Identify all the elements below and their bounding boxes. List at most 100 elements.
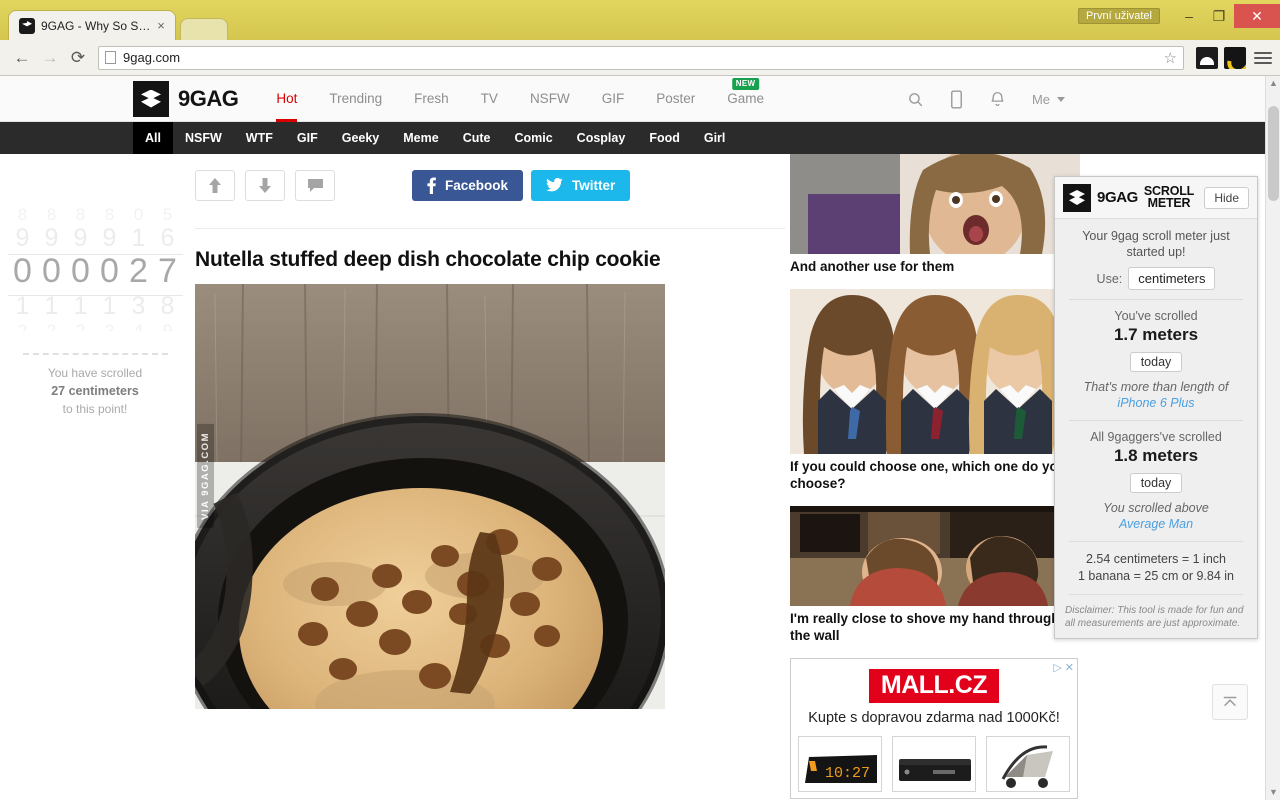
nav-item-tv[interactable]: TV — [465, 76, 514, 122]
nav-item-gif[interactable]: GIF — [586, 76, 641, 122]
scroll-meter-panel: 9GAG SCROLL METER Hide Your 9gag scroll … — [1054, 176, 1258, 639]
sidebar-caption-2[interactable]: If you could choose one, which one do yo… — [790, 458, 1080, 492]
odometer-digit: 9 — [73, 224, 88, 252]
nav-item-hot[interactable]: Hot — [260, 76, 313, 122]
forward-button-icon[interactable]: → — [36, 44, 64, 72]
scrollbar-down-arrow-icon[interactable]: ▼ — [1266, 785, 1280, 800]
category-item-geeky[interactable]: Geeky — [330, 122, 392, 154]
mobile-app-icon[interactable] — [950, 89, 963, 109]
page-scrollbar[interactable]: ▲ ▼ — [1265, 76, 1280, 800]
ad-logo[interactable]: MALL.CZ — [868, 669, 1000, 703]
chevron-down-icon — [1057, 96, 1065, 102]
nav-item-trending[interactable]: Trending — [313, 76, 398, 122]
extension-icon-dark[interactable] — [1196, 46, 1218, 69]
odometer-digit: 9 — [162, 321, 173, 331]
sidebar-caption-1[interactable]: And another use for them — [790, 258, 1080, 275]
nav-item-nsfw[interactable]: NSFW — [514, 76, 586, 122]
ad-product-2[interactable] — [892, 736, 976, 792]
sidebar-caption-3[interactable]: I'm really close to shove my hand throug… — [790, 610, 1080, 644]
scroll-meter-header: 9GAG SCROLL METER Hide — [1055, 177, 1257, 219]
notifications-bell-icon[interactable] — [989, 90, 1006, 108]
ad-product-3[interactable] — [986, 736, 1070, 792]
window-maximize-button[interactable]: ❐ — [1204, 4, 1234, 28]
sidebar-thumb-2[interactable] — [790, 289, 1080, 454]
scroll-meter-compare-link[interactable]: iPhone 6 Plus — [1117, 396, 1194, 410]
scroll-to-top-button[interactable] — [1212, 684, 1248, 720]
user-menu[interactable]: Me — [1032, 92, 1065, 107]
share-twitter-button[interactable]: Twitter — [531, 169, 631, 201]
upvote-button[interactable] — [195, 169, 235, 201]
scroll-meter-you-value: 1.7 meters — [1113, 325, 1199, 344]
scroll-meter-conversion-line2: 1 banana = 25 cm or 9.84 in — [1077, 569, 1234, 583]
category-item-cosplay[interactable]: Cosplay — [565, 122, 638, 154]
odometer-line-top — [7, 254, 183, 255]
bookmark-star-icon[interactable]: ☆ — [1164, 49, 1177, 67]
reload-button-icon[interactable]: ⟳ — [64, 44, 92, 72]
odometer-digit: 1 — [102, 292, 117, 320]
scroll-meter-unit-select[interactable]: centimeters — [1128, 267, 1216, 290]
nav-item-poster[interactable]: Poster — [640, 76, 711, 122]
tab-close-icon[interactable]: × — [153, 18, 169, 34]
ad-info-icon[interactable]: ▷ — [1053, 661, 1061, 674]
browser-menu-icon[interactable] — [1254, 51, 1272, 64]
category-item-all[interactable]: All — [133, 122, 173, 154]
odometer-digit: 8 — [104, 206, 115, 224]
site-logo-text[interactable]: 9GAG — [178, 86, 239, 112]
scroll-meter-hide-button[interactable]: Hide — [1204, 186, 1249, 209]
share-facebook-label: Facebook — [445, 177, 509, 193]
comment-button[interactable] — [295, 169, 335, 201]
category-item-meme[interactable]: Meme — [391, 122, 450, 154]
scroll-meter-above-link[interactable]: Average Man — [1119, 517, 1193, 531]
ad-close-icon[interactable]: ✕ — [1065, 661, 1074, 674]
scrollbar-thumb[interactable] — [1268, 106, 1279, 201]
window-minimize-button[interactable]: – — [1174, 4, 1204, 28]
category-item-nsfw[interactable]: NSFW — [173, 122, 234, 154]
extension-icon-banana-scroll-meter[interactable] — [1224, 46, 1246, 69]
category-item-comic[interactable]: Comic — [502, 122, 564, 154]
odometer-digit: 1 — [15, 292, 30, 320]
odometer-digit: 0 — [13, 252, 32, 290]
ad-logo-wrap: MALL.CZ — [791, 659, 1077, 703]
nav-item-fresh[interactable]: Fresh — [398, 76, 465, 122]
odometer-digit: 8 — [17, 206, 28, 224]
scroll-meter-compare-prefix: That's more than length of — [1083, 380, 1229, 394]
odometer-row-4: 2 2 2 2 4 9 — [8, 322, 183, 331]
new-tab-button[interactable] — [180, 18, 228, 40]
post-image[interactable]: VIA 9GAG.COM — [195, 284, 665, 709]
category-item-food[interactable]: Food — [637, 122, 692, 154]
post-image-graphic — [195, 284, 665, 709]
scroll-meter-intro: Your 9gag scroll meter just started up! — [1082, 229, 1230, 259]
browser-chrome: 9GAG - Why So Serious? × První uživatel … — [0, 0, 1280, 76]
sidebar-post-2[interactable]: If you could choose one, which one do yo… — [790, 289, 1080, 492]
scroll-meter-body: Your 9gag scroll meter just started up! … — [1055, 219, 1257, 638]
ad-product-1[interactable]: 10:27 — [798, 736, 882, 792]
user-menu-label: Me — [1031, 91, 1050, 107]
window-close-button[interactable]: ✕ — [1234, 4, 1280, 28]
sidebar-thumb-3[interactable] — [790, 506, 1080, 606]
scroll-meter-all-period[interactable]: today — [1129, 473, 1183, 493]
odometer-digit: 5 — [162, 206, 173, 224]
sidebar-post-1[interactable]: And another use for them — [790, 154, 1080, 275]
downvote-button[interactable] — [245, 169, 285, 201]
site-logo-icon[interactable] — [133, 80, 169, 117]
back-button-icon[interactable]: ← — [8, 44, 36, 72]
sidebar-thumb-1[interactable] — [790, 154, 1080, 254]
search-icon[interactable] — [907, 91, 924, 108]
category-item-girl[interactable]: Girl — [692, 122, 738, 154]
advertisement[interactable]: ▷ ✕ MALL.CZ Kupte s dopravou zdarma nad … — [790, 658, 1078, 799]
nav-item-game[interactable]: NEW Game — [711, 76, 780, 122]
share-facebook-button[interactable]: Facebook — [412, 169, 524, 201]
user-profile-badge[interactable]: První uživatel — [1077, 8, 1160, 24]
odometer-digit: 3 — [131, 292, 146, 320]
scroll-meter-you-period[interactable]: today — [1129, 352, 1183, 372]
sidebar-post-3[interactable]: I'm really close to shove my hand throug… — [790, 506, 1080, 644]
scroll-odometer-rail: 888805 999916 000027 111138 222249 You h… — [0, 154, 190, 799]
odometer-digit: 0 — [42, 252, 61, 290]
browser-tab-active[interactable]: 9GAG - Why So Serious? × — [8, 10, 176, 40]
category-item-cute[interactable]: Cute — [451, 122, 503, 154]
address-bar[interactable]: 9gag.com ☆ — [98, 45, 1184, 70]
category-item-gif[interactable]: GIF — [285, 122, 330, 154]
scrollbar-up-arrow-icon[interactable]: ▲ — [1266, 76, 1280, 91]
category-item-wtf[interactable]: WTF — [234, 122, 285, 154]
post-title[interactable]: Nutella stuffed deep dish chocolate chip… — [195, 248, 790, 272]
